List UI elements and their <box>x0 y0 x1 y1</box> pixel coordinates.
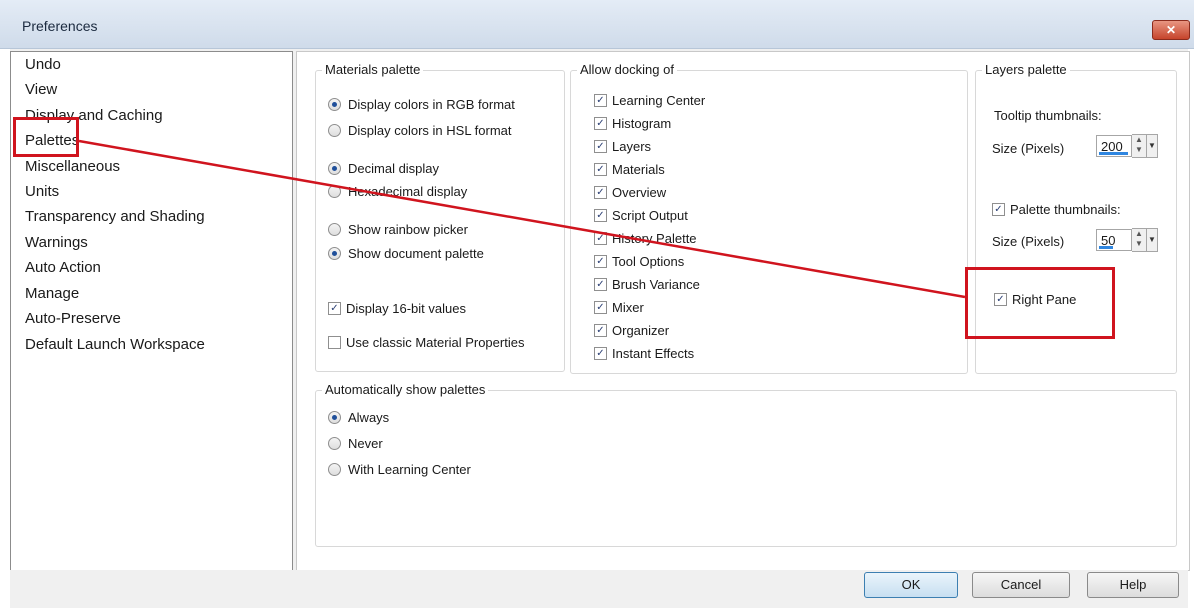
annotation-connector <box>78 139 966 299</box>
annotation-line <box>78 139 966 299</box>
